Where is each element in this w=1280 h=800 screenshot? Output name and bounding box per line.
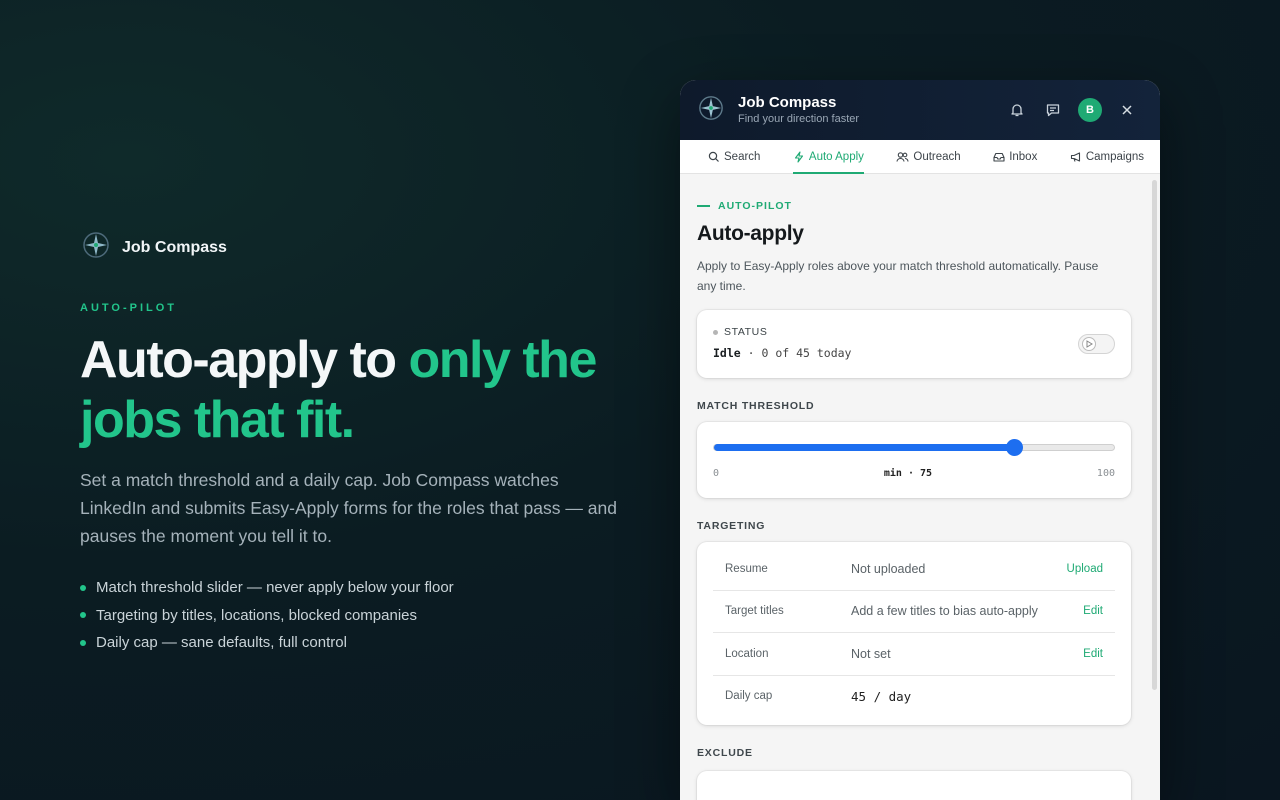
exclude-label: EXCLUDE xyxy=(697,747,753,759)
feature-item: Targeting by titles, locations, blocked … xyxy=(80,602,454,630)
hero-lede: Set a match threshold and a daily cap. J… xyxy=(80,470,617,546)
auto-apply-toggle[interactable] xyxy=(1078,334,1115,354)
bolt-icon xyxy=(794,150,803,163)
threshold-label: MATCH THRESHOLD xyxy=(697,400,815,412)
status-card: STATUS Idle · 0 of 45 today xyxy=(697,310,1131,378)
feature-text: Targeting by titles, locations, blocked … xyxy=(96,606,418,624)
hero-headline: Auto-apply to only the jobs that fit. xyxy=(80,330,640,450)
extension-panel: Job Compass Find your direction faster B… xyxy=(680,80,1160,800)
upload-link[interactable]: Upload xyxy=(1067,563,1115,575)
hero-eyebrow: AUTO-PILOT xyxy=(80,302,178,314)
edit-location-link[interactable]: Edit xyxy=(1083,648,1115,660)
threshold-card: 0 min · 75 100 xyxy=(697,422,1131,498)
panel-title-block: Job Compass Find your direction faster xyxy=(738,94,996,126)
tab-label: Campaigns xyxy=(1085,150,1144,163)
section-title: Auto-apply xyxy=(697,222,804,245)
tab-label: Outreach xyxy=(913,150,961,163)
row-key: Daily cap xyxy=(725,690,773,703)
edit-titles-link[interactable]: Edit xyxy=(1083,605,1115,617)
slider-min: 0 xyxy=(713,468,720,479)
slider-thumb[interactable] xyxy=(1006,439,1023,456)
row-value: Add a few titles to bias auto-apply xyxy=(851,604,1038,619)
status-label: STATUS xyxy=(713,326,1115,338)
status-dot-icon xyxy=(713,329,718,335)
slider-max: 100 xyxy=(1096,468,1115,479)
status-label-text: STATUS xyxy=(724,326,768,338)
avatar[interactable]: B xyxy=(1078,98,1102,122)
tab-inbox[interactable]: Inbox xyxy=(993,140,1037,173)
slider-fill xyxy=(714,444,1014,451)
tab-auto-apply[interactable]: Auto Apply xyxy=(792,140,864,174)
eyebrow-text: AUTO-PILOT xyxy=(718,200,792,212)
status-value: Idle · 0 of 45 today xyxy=(713,346,1115,360)
chat-icon[interactable] xyxy=(1038,95,1068,125)
bell-icon[interactable] xyxy=(1002,95,1032,125)
exclude-card xyxy=(697,771,1131,800)
targeting-row-titles: Target titles Add a few titles to bias a… xyxy=(713,591,1115,633)
section-eyebrow: AUTO-PILOT xyxy=(697,200,1131,212)
search-icon xyxy=(708,151,719,162)
row-key: Resume xyxy=(725,562,768,575)
feature-list: Match threshold slider — never apply bel… xyxy=(80,574,454,657)
panel-body: AUTO-PILOT Auto-apply Apply to Easy-Appl… xyxy=(680,174,1160,800)
targeting-row-resume: Resume Not uploaded Upload xyxy=(713,548,1115,591)
compass-logo-icon xyxy=(698,95,724,126)
brand: Job Compass xyxy=(82,231,227,264)
targeting-row-location: Location Not set Edit xyxy=(713,633,1115,676)
status-state: Idle xyxy=(713,346,741,360)
feature-item: Daily cap — sane defaults, full control xyxy=(80,629,454,657)
bullet-dot-icon xyxy=(80,639,86,646)
targeting-card: Resume Not uploaded Upload Target titles… xyxy=(697,542,1131,725)
compass-logo-icon xyxy=(82,231,110,264)
tab-outreach[interactable]: Outreach xyxy=(896,140,961,173)
tab-campaigns[interactable]: Campaigns xyxy=(1070,140,1144,173)
row-key: Target titles xyxy=(725,605,784,618)
panel-header: Job Compass Find your direction faster B xyxy=(680,80,1160,140)
tab-label: Auto Apply xyxy=(808,150,864,163)
section-description: Apply to Easy-Apply roles above your mat… xyxy=(697,259,1099,293)
headline-main: Auto-apply to xyxy=(80,331,409,389)
panel-title: Job Compass xyxy=(738,94,837,111)
slider-scale: 0 min · 75 100 xyxy=(713,468,1115,479)
feature-item: Match threshold slider — never apply bel… xyxy=(80,574,454,602)
people-icon xyxy=(896,151,909,162)
row-value: Not uploaded xyxy=(851,561,926,576)
feature-text: Daily cap — sane defaults, full control xyxy=(96,634,347,652)
brand-name: Job Compass xyxy=(122,238,227,256)
tab-bar: Search Auto Apply Outreach Inbox Campaig… xyxy=(680,140,1160,174)
inbox-icon xyxy=(993,152,1005,162)
row-key: Location xyxy=(725,647,769,660)
threshold-slider[interactable] xyxy=(713,439,1115,456)
eyebrow-dash xyxy=(697,205,710,207)
tab-search[interactable]: Search xyxy=(708,140,760,173)
row-value[interactable]: 45 / day xyxy=(851,689,1115,704)
panel-subtitle: Find your direction faster xyxy=(738,113,860,125)
targeting-row-daily-cap: Daily cap 45 / day xyxy=(713,676,1115,718)
status-detail: · 0 of 45 today xyxy=(740,346,852,360)
tab-label: Search xyxy=(724,150,761,163)
megaphone-icon xyxy=(1070,151,1080,162)
play-icon xyxy=(1082,337,1096,351)
row-value: Not set xyxy=(851,646,891,661)
targeting-label: TARGETING xyxy=(697,520,766,532)
close-icon[interactable] xyxy=(1112,95,1142,125)
slider-value: min · 75 xyxy=(883,468,933,479)
bullet-dot-icon xyxy=(80,584,86,591)
bullet-dot-icon xyxy=(80,612,86,619)
tab-label: Inbox xyxy=(1009,150,1038,163)
feature-text: Match threshold slider — never apply bel… xyxy=(96,579,454,597)
